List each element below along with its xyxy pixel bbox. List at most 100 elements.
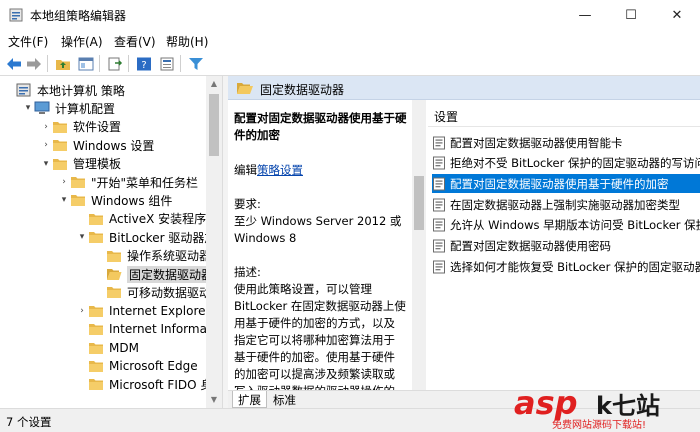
export-button[interactable] (105, 54, 124, 73)
tree-node[interactable]: 固定数据驱动器 (94, 265, 216, 283)
policy-icon (16, 83, 32, 97)
tree-node[interactable]: Internet Information (76, 320, 222, 338)
scroll-down-icon[interactable]: ▼ (206, 392, 222, 408)
edit-prefix: 编辑 (234, 163, 257, 177)
toolbar-separator (180, 55, 181, 72)
toolbar-separator (128, 55, 129, 72)
collapsed-chevron-icon[interactable]: › (76, 306, 88, 316)
tree-node-label: 操作系统驱动器 (127, 249, 212, 264)
tree-node[interactable]: 操作系统驱动器 (94, 247, 211, 265)
help-button[interactable]: ? (134, 54, 153, 73)
tree-node[interactable]: › Internet Explorer (76, 302, 210, 320)
up-folder-button[interactable] (53, 54, 72, 73)
maximize-button[interactable]: ☐ (608, 0, 654, 30)
svg-text:?: ? (141, 60, 146, 71)
tree-node-label: Windows 组件 (91, 193, 173, 208)
forward-button[interactable] (24, 54, 43, 73)
setting-label: 配置对固定数据驱动器使用智能卡 (450, 135, 623, 150)
tree-node[interactable]: ▾ Windows 组件 (58, 191, 173, 209)
watermark-sub: 免费网站源码下载站! (552, 418, 646, 430)
extended-description: 配置对固定数据驱动器使用基于硬件的加密 编辑策略设置 要求: 至少 Window… (228, 100, 424, 390)
folder-icon (52, 138, 68, 152)
help-icon: ? (136, 57, 151, 71)
divider (428, 126, 700, 127)
folder-open-icon (237, 83, 253, 94)
tab-standard[interactable]: 标准 (268, 391, 301, 408)
tree-node-label: "开始"菜单和任务栏 (91, 175, 199, 190)
close-button[interactable]: ✕ (654, 0, 700, 30)
setting-row[interactable]: 在固定数据驱动器上强制实施驱动器加密类型 (432, 195, 700, 214)
site-watermark: asp k七站 免费网站源码下载站! (514, 384, 660, 430)
tree-node-label: 计算机配置 (55, 101, 116, 116)
collapsed-chevron-icon[interactable]: › (58, 177, 70, 187)
setting-row[interactable]: 选择如何才能恢复受 BitLocker 保护的固定驱动器 (432, 257, 700, 276)
description-text: 使用此策略设置，可以管理 BitLocker 在固定数据驱动器上使用基于硬件的加… (234, 282, 406, 390)
expanded-chevron-icon[interactable]: ▾ (76, 232, 88, 242)
tree-node[interactable]: › 软件设置 (40, 118, 121, 136)
show-tree-button[interactable] (76, 54, 95, 73)
collapsed-chevron-icon[interactable]: › (40, 122, 52, 132)
tree-node[interactable]: ▾ 计算机配置 (22, 99, 115, 117)
settings-column-header[interactable]: 设置 (434, 108, 458, 125)
computer-icon (34, 101, 50, 115)
tree-node[interactable]: Microsoft FIDO 身份验 (76, 375, 222, 393)
expanded-chevron-icon[interactable]: ▾ (22, 103, 34, 113)
tree-node[interactable]: MDM (76, 339, 139, 357)
menu-file[interactable]: 文件(F) (8, 33, 48, 50)
desc-scroll-thumb[interactable] (414, 176, 424, 230)
filter-icon (188, 57, 203, 70)
window-title: 本地组策略编辑器 (30, 9, 127, 23)
expanded-chevron-icon[interactable]: ▾ (40, 159, 52, 169)
menu-bar: 文件(F) 操作(A) 查看(V) 帮助(H) (0, 30, 700, 52)
tree-node[interactable]: › Windows 设置 (40, 136, 154, 154)
setting-label: 配置对固定数据驱动器使用基于硬件的加密 (450, 176, 669, 191)
expanded-chevron-icon[interactable]: ▾ (58, 195, 70, 205)
settings-list: 设置 配置对固定数据驱动器使用智能卡拒绝对不受 BitLocker 保护的固定驱… (428, 100, 700, 390)
collapsed-chevron-icon[interactable]: › (40, 140, 52, 150)
setting-row[interactable]: 配置对固定数据驱动器使用基于硬件的加密 (432, 174, 700, 194)
back-button[interactable] (4, 54, 23, 73)
tree-scroll-thumb[interactable] (209, 94, 219, 156)
menu-help[interactable]: 帮助(H) (166, 33, 208, 50)
properties-button[interactable] (157, 54, 176, 73)
tree-node[interactable]: ▾ BitLocker 驱动器加密 (76, 228, 222, 246)
tab-extended[interactable]: 扩展 (232, 391, 267, 408)
policy-settings-link[interactable]: 策略设置 (257, 163, 303, 177)
minimize-button[interactable]: — (562, 0, 608, 30)
filter-button[interactable] (186, 54, 205, 73)
menu-action[interactable]: 操作(A) (61, 33, 103, 50)
setting-row[interactable]: 配置对固定数据驱动器使用智能卡 (432, 133, 700, 152)
menu-view[interactable]: 查看(V) (114, 33, 156, 50)
folder-icon (88, 230, 104, 244)
edit-policy-line: 编辑策略设置 (234, 162, 424, 179)
tree-node-label: 固定数据驱动器 (127, 265, 216, 283)
policy-setting-icon (432, 136, 446, 150)
tree-node[interactable]: 可移动数据驱动器 (94, 283, 222, 301)
scroll-up-icon[interactable]: ▲ (206, 76, 222, 92)
description-scrollbar[interactable] (412, 100, 426, 390)
tree-node[interactable]: › "开始"菜单和任务栏 (58, 173, 198, 191)
folder-up-icon (55, 59, 70, 70)
policy-setting-icon (432, 239, 446, 253)
tree-node[interactable]: Microsoft Edge (76, 357, 198, 375)
policy-setting-icon (432, 218, 446, 232)
details-pane: 固定数据驱动器 配置对固定数据驱动器使用基于硬件的加密 编辑策略设置 要求: 至… (228, 76, 700, 408)
setting-row[interactable]: 允许从 Windows 早期版本访问受 BitLocker 保护的 (432, 216, 700, 235)
setting-label: 在固定数据驱动器上强制实施驱动器加密类型 (450, 197, 680, 212)
tree-node-label: 管理模板 (73, 157, 122, 172)
policy-editor-icon (9, 8, 23, 22)
tree-scrollbar[interactable]: ▲ ▼ (206, 76, 222, 408)
policy-setting-icon (432, 260, 446, 274)
toolbar-separator (99, 55, 100, 72)
tree-node-label: Microsoft Edge (109, 359, 198, 373)
setting-row[interactable]: 拒绝对不受 BitLocker 保护的固定驱动器的写访问 (432, 154, 700, 173)
console-tree-icon (78, 57, 93, 70)
folder-icon (70, 175, 86, 189)
tree-node[interactable]: ActiveX 安装程序服务 (76, 210, 222, 228)
tree-node[interactable]: 本地计算机 策略 (4, 81, 125, 99)
watermark-brand: asp (514, 384, 578, 422)
tree-node[interactable]: ▾ 管理模板 (40, 155, 121, 173)
setting-row[interactable]: 配置对固定数据驱动器使用密码 (432, 237, 700, 256)
policy-setting-icon (432, 198, 446, 212)
setting-label: 拒绝对不受 BitLocker 保护的固定驱动器的写访问 (450, 156, 700, 171)
